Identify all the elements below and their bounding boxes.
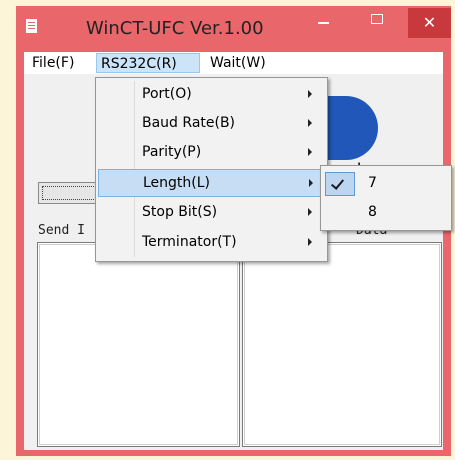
length-option-label: 7 [368,175,377,191]
submenu-arrow-icon [308,238,312,246]
menu-item-label: Length(L) [143,175,211,191]
data-textbox[interactable] [242,242,442,447]
length-option-label: 8 [368,204,377,220]
menu-item-label: Stop Bit(S) [142,204,218,220]
maximize-button[interactable] [371,14,383,24]
menu-item-stop-bit[interactable]: Stop Bit(S) [98,199,326,227]
length-submenu: 7 8 [320,165,452,231]
submenu-arrow-icon [308,119,312,127]
length-option-8[interactable]: 8 [323,199,449,227]
title-bar[interactable]: WinCT-UFC Ver.1.00 ✕ [16,6,451,50]
logo-graphic [328,96,378,160]
menu-item-label: Baud Rate(B) [142,115,236,131]
menu-item-parity[interactable]: Parity(P) [98,139,326,167]
submenu-arrow-icon [308,208,312,216]
minimize-button[interactable] [318,22,329,24]
menu-item-label: Port(O) [142,86,192,102]
menu-wait[interactable]: Wait(W) [206,53,270,73]
menu-bar: File(F) RS232C(R) Wait(W) [24,52,443,74]
menu-item-baud-rate[interactable]: Baud Rate(B) [98,110,326,138]
app-icon[interactable] [26,19,37,33]
submenu-arrow-icon [309,179,313,187]
length-option-7[interactable]: 7 [323,170,449,198]
send-label: Send I [38,223,85,238]
menu-file[interactable]: File(F) [28,53,78,73]
menu-rs232c[interactable]: RS232C(R) [96,53,200,73]
close-button[interactable]: ✕ [408,8,451,38]
menu-item-length[interactable]: Length(L) [98,169,326,197]
menu-item-label: Parity(P) [142,144,202,160]
menu-item-terminator[interactable]: Terminator(T) [98,229,326,257]
checkmark-icon [325,172,355,196]
submenu-arrow-icon [308,90,312,98]
rs232c-dropdown-menu: Port(O) Baud Rate(B) Parity(P) Length(L)… [95,77,328,262]
menu-item-label: Terminator(T) [142,234,237,250]
close-icon: ✕ [422,13,437,32]
window-title: WinCT-UFC Ver.1.00 [86,18,264,39]
send-textbox[interactable] [37,242,240,447]
submenu-arrow-icon [308,148,312,156]
menu-item-port[interactable]: Port(O) [98,81,326,109]
